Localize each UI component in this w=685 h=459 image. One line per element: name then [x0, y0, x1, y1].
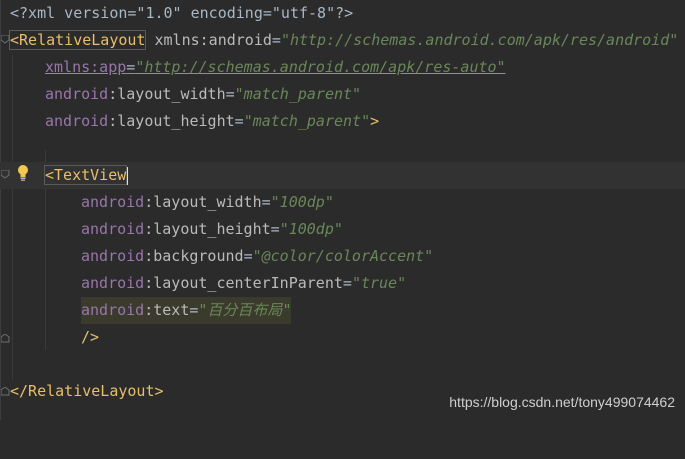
attr-value: "http://schemas.android.com/apk/res/andr… — [280, 31, 679, 49]
equals-sign: = — [270, 220, 280, 238]
xml-declaration: <?xml version="1.0" encoding="utf-8"?> — [10, 4, 354, 22]
code-line-11[interactable]: android:layout_centerInParent="true" — [0, 270, 685, 297]
relativelayout-open: <RelativeLayout xmlns:android="http://sc… — [8, 27, 679, 54]
attr-namespace: android — [81, 220, 145, 238]
code-line-9[interactable]: android:layout_height="100dp" — [0, 216, 685, 243]
code-line-10[interactable]: android:background="@color/colorAccent" — [0, 243, 685, 270]
self-close-tag: /> — [81, 328, 100, 346]
attr-value: "true" — [351, 274, 407, 292]
code-line-3[interactable]: xmlns:app="http://schemas.android.com/ap… — [0, 54, 685, 81]
code-line-4[interactable]: android:layout_width="match_parent" — [0, 81, 685, 108]
code-line-7[interactable]: <TextView — [0, 162, 685, 189]
textview-open: <TextView — [43, 162, 129, 189]
code-editor[interactable]: <?xml version="1.0" encoding="utf-8"?> <… — [0, 0, 685, 420]
textview-tag: <TextView — [43, 165, 128, 185]
tv-layout-width-attr: android:layout_width="100dp" — [81, 189, 334, 216]
attr-name: :text — [144, 301, 190, 319]
attr-name: xmlns:app — [45, 58, 127, 76]
attr-name: :layout_height — [144, 220, 271, 238]
attr-value: "match_parent" — [243, 112, 371, 130]
equals-sign: = — [225, 85, 235, 103]
attr-name: :background — [144, 247, 244, 265]
attr-name: :layout_centerInParent — [144, 274, 343, 292]
fold-marker-icon[interactable] — [1, 334, 10, 343]
attr-namespace: android — [81, 274, 145, 292]
attr-namespace: android — [81, 193, 145, 211]
fold-marker-icon[interactable] — [1, 170, 10, 179]
lightbulb-icon[interactable] — [16, 164, 30, 182]
tv-text-attr: android:text="百分百布局" — [81, 297, 292, 324]
code-line-5[interactable]: android:layout_height="match_parent"> — [0, 108, 685, 135]
attr-namespace: android — [81, 247, 145, 265]
code-line-2[interactable]: <RelativeLayout xmlns:android="http://sc… — [0, 27, 685, 54]
relativelayout-tag: <RelativeLayout — [8, 30, 147, 50]
layout-width-attr: android:layout_width="match_parent" — [45, 81, 361, 108]
equals-sign: = — [271, 31, 281, 49]
attr-namespace: android — [81, 301, 145, 319]
attr-value: "http://schemas.android.com/apk/res-auto… — [135, 58, 506, 76]
attr-name: xmlns:android — [154, 31, 272, 49]
attr-value: "百分百布局" — [198, 301, 292, 319]
tv-layout-height-attr: android:layout_height="100dp" — [81, 216, 343, 243]
code-line-8[interactable]: android:layout_width="100dp" — [0, 189, 685, 216]
relativelayout-close-tag: </RelativeLayout> — [10, 382, 164, 400]
tv-background-attr: android:background="@color/colorAccent" — [81, 243, 433, 270]
equals-sign: = — [261, 193, 271, 211]
equals-sign: = — [234, 112, 244, 130]
attr-value: "100dp" — [279, 220, 343, 238]
fold-marker-icon[interactable] — [1, 35, 10, 44]
attr-value: "match_parent" — [234, 85, 362, 103]
text-caret — [126, 166, 129, 185]
code-line-1[interactable]: <?xml version="1.0" encoding="utf-8"?> — [0, 0, 685, 27]
watermark-url: https://blog.csdn.net/tony499074462 — [449, 394, 675, 410]
attr-name: :layout_height — [108, 112, 235, 130]
tag-close: > — [370, 112, 380, 130]
tv-center-attr: android:layout_centerInParent="true" — [81, 270, 406, 297]
fold-marker-icon[interactable] — [1, 387, 10, 396]
equals-sign: = — [243, 247, 253, 265]
xmlns-app-attr: xmlns:app="http://schemas.android.com/ap… — [45, 54, 506, 81]
attr-name: :layout_width — [144, 193, 262, 211]
attr-namespace: android — [45, 112, 109, 130]
attr-value: "100dp" — [270, 193, 334, 211]
equals-sign: = — [342, 274, 352, 292]
attr-name: :layout_width — [108, 85, 226, 103]
attr-namespace: android — [45, 85, 109, 103]
equals-sign: = — [126, 58, 136, 76]
code-line-12[interactable]: android:text="百分百布局" — [0, 297, 685, 324]
code-line-13[interactable]: /> — [0, 324, 685, 351]
layout-height-attr: android:layout_height="match_parent"> — [45, 108, 379, 135]
attr-value: "@color/colorAccent" — [252, 247, 434, 265]
